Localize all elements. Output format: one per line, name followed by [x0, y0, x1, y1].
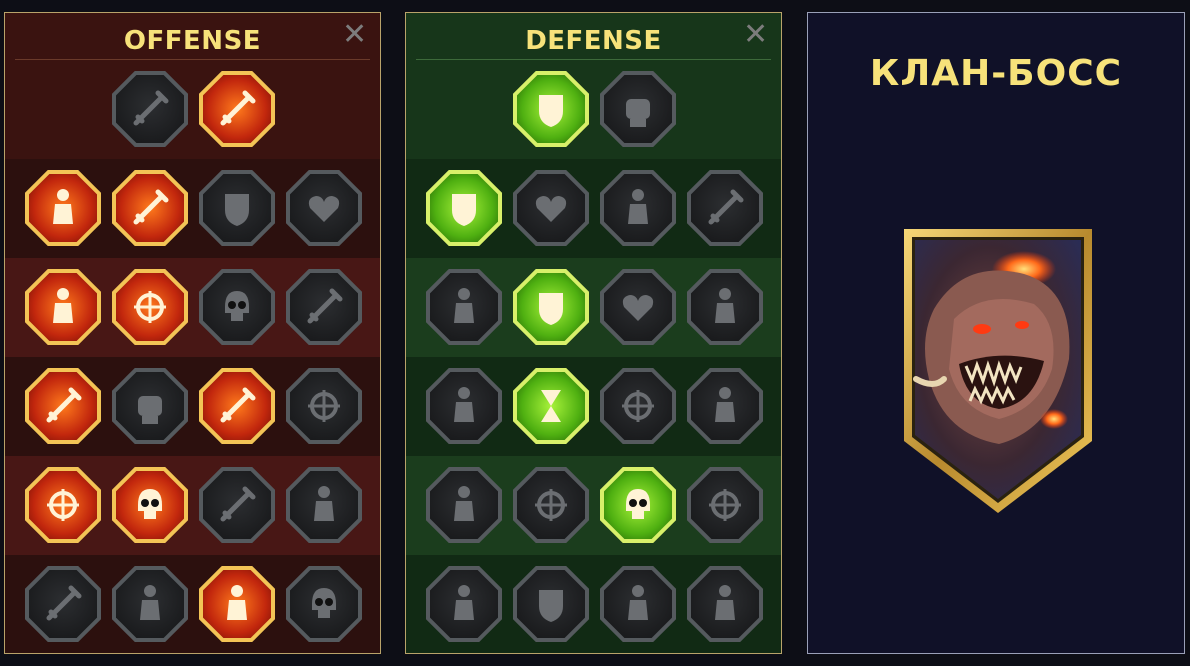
bleeding-sword-icon: [29, 372, 97, 440]
strongman-icon: [691, 570, 759, 638]
twin-figures-icon: [430, 273, 498, 341]
defense-bonus-swirl-hand[interactable]: [687, 467, 763, 543]
defense-bonus-heart-circle[interactable]: [600, 269, 676, 345]
offense-bonus-sparkle-sword[interactable]: [25, 566, 101, 642]
demon-flames-icon: [203, 570, 271, 638]
flexing-warrior-icon: [290, 471, 358, 539]
crowd-icon: [430, 372, 498, 440]
sword-wave-icon: [116, 174, 184, 242]
sparkle-sword-icon: [29, 570, 97, 638]
defense-title: DEFENSE: [525, 26, 662, 56]
heart-circle-icon: [604, 273, 672, 341]
horned-demon-icon: [29, 174, 97, 242]
broken-heart-icon: [290, 174, 358, 242]
dashing-runner-icon: [430, 471, 498, 539]
sword-circle-icon: [203, 471, 271, 539]
claw-marks-icon: [517, 471, 585, 539]
clan-boss-portrait-icon[interactable]: [904, 229, 1092, 513]
crossed-blades-icon: [691, 174, 759, 242]
divider: [15, 59, 370, 60]
swirl-hand-icon: [691, 471, 759, 539]
chevron-shield-icon: [430, 174, 498, 242]
clan-boss-title: КЛАН-БОСС: [869, 53, 1123, 94]
heart-vial-icon: [517, 174, 585, 242]
fangs-icon: [116, 273, 184, 341]
defense-bonus-scales-armor[interactable]: [513, 71, 589, 147]
meditating-head-icon: [691, 273, 759, 341]
hourglass-icon: [517, 372, 585, 440]
defense-panel: DEFENSE ✕: [405, 12, 782, 654]
defense-bonus-claw-marks[interactable]: [513, 467, 589, 543]
defense-bonus-stone-golem[interactable]: [600, 170, 676, 246]
defense-close-icon[interactable]: ✕: [743, 20, 768, 50]
stone-golem-icon: [604, 174, 672, 242]
skull-cloak-icon: [203, 273, 271, 341]
spiked-warrior-icon: [430, 570, 498, 638]
defense-bonus-masked-face[interactable]: [600, 566, 676, 642]
shield-arrow-icon: [203, 174, 271, 242]
open-hand-icon: [604, 372, 672, 440]
knight-helmet-icon: [116, 570, 184, 638]
defense-bonus-hourglass[interactable]: [513, 368, 589, 444]
offense-title: OFFENSE: [123, 26, 262, 56]
defense-bonus-open-hand[interactable]: [600, 368, 676, 444]
offense-bonus-demon-flames[interactable]: [199, 566, 275, 642]
divider: [416, 59, 771, 60]
defense-bonus-radiant-skull[interactable]: [600, 467, 676, 543]
skull-sword-icon: [290, 570, 358, 638]
fist-icon: [116, 372, 184, 440]
crossed-swords-icon: [116, 75, 184, 143]
defense-bonus-spiked-warrior[interactable]: [426, 566, 502, 642]
raised-fist-icon: [604, 75, 672, 143]
offense-bonus-knight-helmet[interactable]: [112, 566, 188, 642]
defense-bonus-heart-vial[interactable]: [513, 170, 589, 246]
offense-top-band: [5, 60, 380, 159]
scales-armor-icon: [517, 75, 585, 143]
defense-bonus-strongman[interactable]: [687, 566, 763, 642]
triple-skull-icon: [116, 471, 184, 539]
defense-bonus-bull-head[interactable]: [687, 368, 763, 444]
bull-head-icon: [691, 372, 759, 440]
defense-bonus-shield-knight[interactable]: [513, 269, 589, 345]
masked-face-icon: [604, 570, 672, 638]
defense-top-band: [406, 60, 781, 159]
winged-shield-icon: [517, 570, 585, 638]
offense-close-icon[interactable]: ✕: [342, 20, 367, 50]
arrows-burst-icon: [29, 471, 97, 539]
shield-knight-icon: [517, 273, 585, 341]
defense-bonus-crossed-blades[interactable]: [687, 170, 763, 246]
sword-slash-icon: [203, 75, 271, 143]
dagger-hand-icon: [290, 273, 358, 341]
offense-panel: OFFENSE ✕: [4, 12, 381, 654]
defense-bonus-meditating-head[interactable]: [687, 269, 763, 345]
offense-bonus-skull-sword[interactable]: [286, 566, 362, 642]
defense-bonus-raised-fist[interactable]: [600, 71, 676, 147]
defense-bonus-winged-shield[interactable]: [513, 566, 589, 642]
radiant-skull-icon: [604, 471, 672, 539]
chain-lightning-icon: [290, 372, 358, 440]
clan-boss-panel: КЛАН-БОСС: [807, 12, 1185, 654]
axe-icon: [203, 372, 271, 440]
arrows-body-icon: [29, 273, 97, 341]
